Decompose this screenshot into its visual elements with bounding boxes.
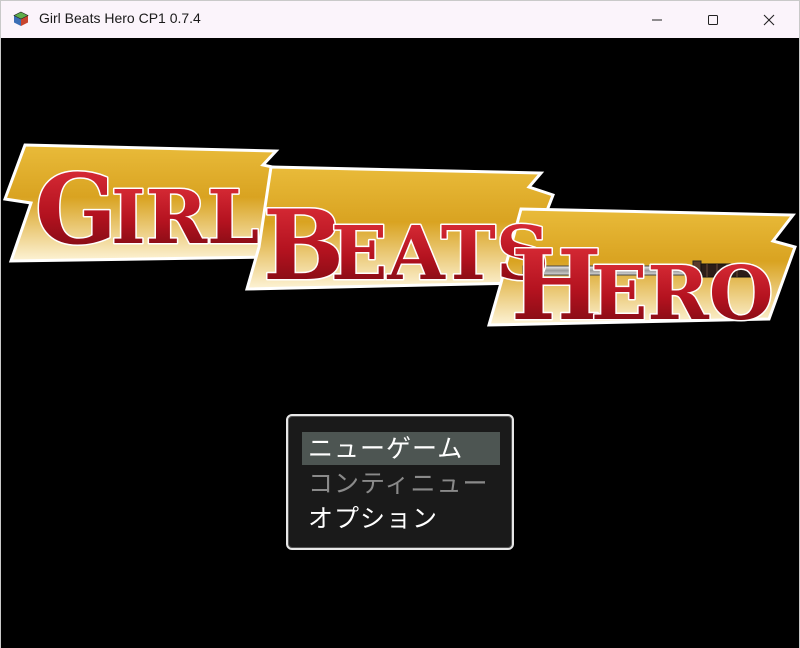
minimize-icon bbox=[652, 19, 662, 20]
cube-app-icon bbox=[13, 11, 29, 26]
title-bar[interactable]: Girl Beats Hero CP1 0.7.4 bbox=[1, 1, 799, 38]
logo-hero-rest: ERO bbox=[591, 251, 773, 337]
window-title: Girl Beats Hero CP1 0.7.4 bbox=[39, 10, 201, 26]
close-button[interactable] bbox=[741, 1, 797, 38]
maximize-icon bbox=[708, 14, 718, 25]
game-canvas[interactable]: G IRL B EATS H ERO ニューゲーム コンティニュー オプション bbox=[1, 38, 799, 648]
app-window: Girl Beats Hero CP1 0.7.4 G IRL B EATS H… bbox=[0, 0, 800, 648]
game-logo: G IRL B EATS H ERO bbox=[2, 143, 797, 343]
minimize-button[interactable] bbox=[629, 1, 685, 38]
logo-hero-initial: H bbox=[511, 229, 602, 342]
maximize-button[interactable] bbox=[685, 1, 741, 38]
title-menu: ニューゲーム コンティニュー オプション bbox=[286, 414, 514, 550]
menu-item-new-game[interactable]: ニューゲーム bbox=[302, 432, 500, 465]
logo-girl-rest: IRL bbox=[111, 175, 259, 261]
menu-item-options[interactable]: オプション bbox=[302, 502, 500, 535]
menu-item-continue[interactable]: コンティニュー bbox=[302, 467, 500, 500]
close-icon bbox=[763, 14, 775, 25]
logo-girl-initial: G bbox=[35, 153, 117, 266]
